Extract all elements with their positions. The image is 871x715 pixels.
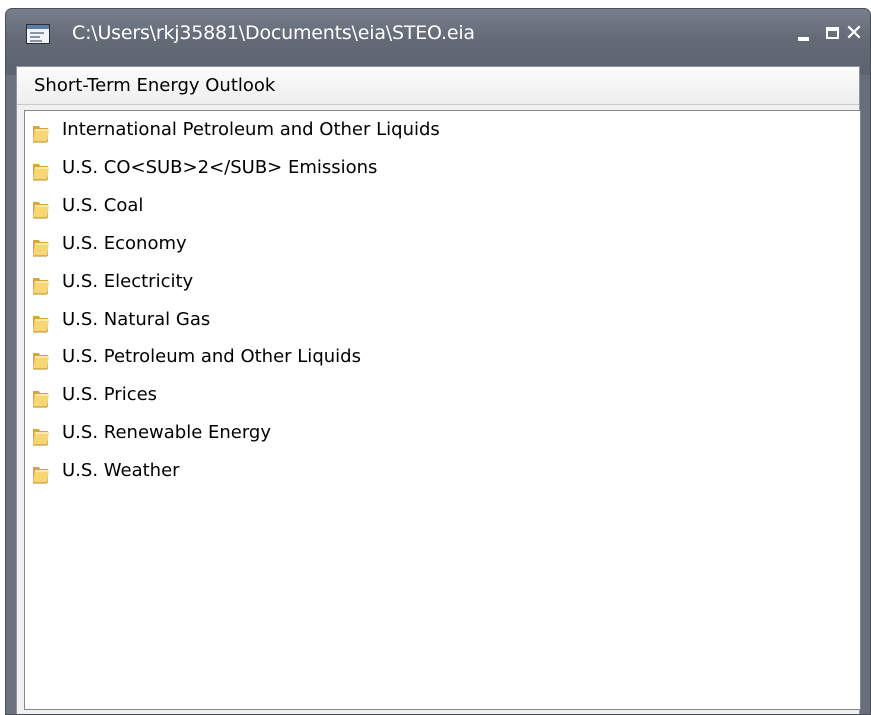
outlook-title: Short-Term Energy Outlook xyxy=(34,75,276,96)
tree-item-label: U.S. Coal xyxy=(62,194,144,216)
tree-item-label: U.S. Weather xyxy=(62,460,180,482)
folder-icon xyxy=(32,426,50,446)
folder-icon xyxy=(32,237,50,257)
minimize-icon[interactable] xyxy=(790,21,818,47)
folder-icon xyxy=(32,464,50,484)
category-tree[interactable]: International Petroleum and Other Liquid… xyxy=(24,110,861,710)
app-window: C:\Users\rkj35881\Documents\eia\STEO.eia… xyxy=(5,8,871,715)
outlook-header: Short-Term Energy Outlook xyxy=(17,67,859,105)
window-title: C:\Users\rkj35881\Documents\eia\STEO.eia xyxy=(72,22,475,44)
folder-icon xyxy=(32,388,50,408)
app-icon[interactable] xyxy=(26,24,50,44)
tree-item-label: International Petroleum and Other Liquid… xyxy=(62,119,440,140)
tree-item-label: U.S. Renewable Energy xyxy=(62,422,272,444)
folder-icon xyxy=(32,275,50,295)
tree-item-label: U.S. Electricity xyxy=(62,270,194,292)
close-icon[interactable]: ✕ xyxy=(840,21,868,47)
folder-icon xyxy=(32,161,50,181)
folder-icon xyxy=(32,199,50,219)
folder-icon xyxy=(32,313,50,333)
tree-item-label: U.S. CO<SUB>2</SUB> Emissions xyxy=(62,156,378,178)
tree-item-label: U.S. Petroleum and Other Liquids xyxy=(62,346,361,368)
tree-item-label: U.S. Prices xyxy=(62,384,158,406)
tree-item-label: U.S. Economy xyxy=(62,232,187,254)
folder-icon xyxy=(32,350,50,370)
tree-item-label: U.S. Natural Gas xyxy=(62,308,211,330)
client-area: Short-Term Energy Outlook International … xyxy=(16,66,861,714)
folder-icon xyxy=(32,123,50,143)
